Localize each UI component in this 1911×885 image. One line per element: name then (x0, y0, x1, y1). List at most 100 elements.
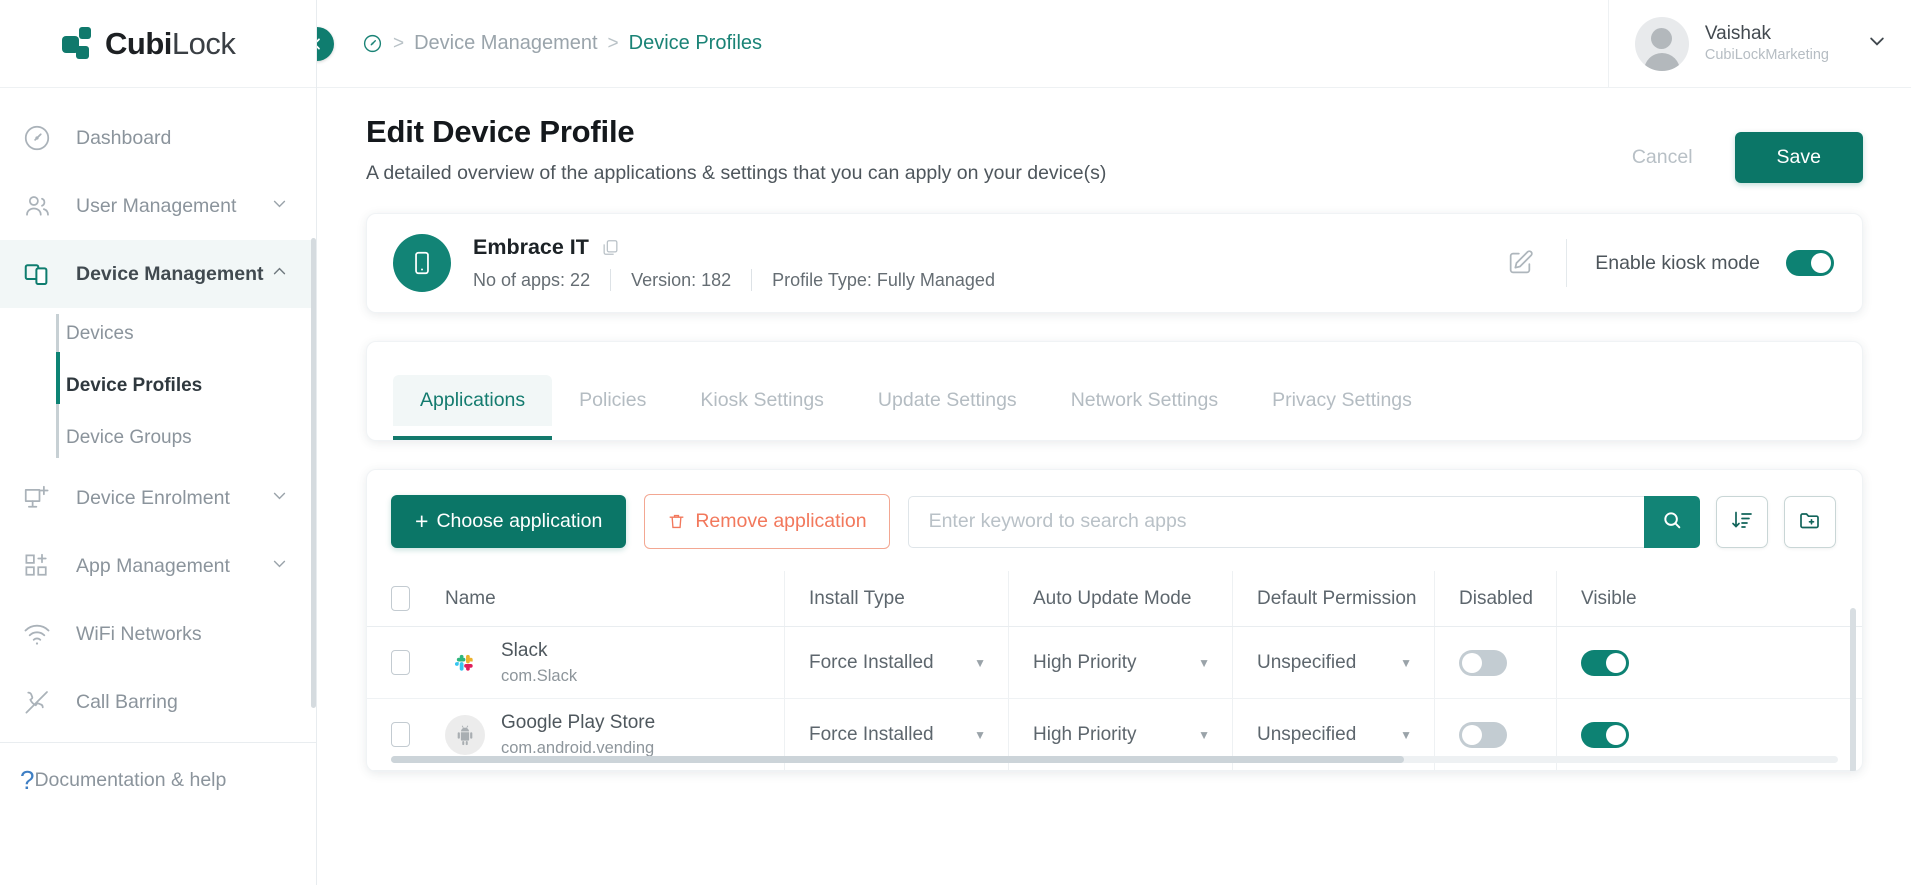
app-package: com.Slack (501, 667, 578, 686)
breadcrumb-current[interactable]: Device Profiles (629, 32, 762, 55)
row-checkbox[interactable] (391, 650, 410, 675)
save-button[interactable]: Save (1734, 132, 1863, 183)
applications-table: Name Install Type Auto Update Mode Defau… (367, 571, 1862, 771)
profile-apps-count: No of apps: 22 (473, 269, 591, 290)
copy-icon[interactable] (601, 238, 620, 257)
tab-policies[interactable]: Policies (552, 375, 673, 426)
new-folder-button[interactable] (1784, 495, 1836, 548)
choose-application-button[interactable]: + Choose application (391, 495, 627, 548)
column-header-visible[interactable]: Visible (1557, 571, 1707, 626)
install-type-value: Force Installed (809, 651, 934, 673)
user-menu[interactable]: Vaishak CubiLockMarketing (1607, 0, 1911, 88)
chevron-down-icon: ▼ (1198, 655, 1210, 670)
sidebar-item-device-groups[interactable]: Device Groups (60, 412, 316, 464)
wifi-icon (20, 617, 54, 651)
page-subtitle: A detailed overview of the applications … (366, 162, 1107, 184)
row-checkbox[interactable] (391, 722, 410, 747)
visible-toggle[interactable] (1581, 721, 1629, 748)
disabled-toggle[interactable] (1459, 721, 1507, 748)
breadcrumb-parent[interactable]: Device Management (414, 32, 597, 55)
sort-button[interactable] (1716, 495, 1768, 548)
row-select-cell (391, 722, 445, 747)
kiosk-mode-label: Enable kiosk mode (1595, 251, 1760, 274)
user-organization: CubiLockMarketing (1704, 46, 1829, 63)
tab-privacy-settings[interactable]: Privacy Settings (1245, 375, 1439, 426)
tab-label: Privacy Settings (1272, 389, 1412, 411)
kiosk-mode-toggle[interactable] (1786, 250, 1834, 276)
sidebar-item-app-management[interactable]: App Management (0, 532, 316, 600)
sidebar-item-device-profiles[interactable]: Device Profiles (60, 360, 316, 412)
cell-auto-update-mode[interactable]: High Priority ▼ (1009, 627, 1233, 698)
cell-disabled (1435, 627, 1557, 698)
table-horizontal-scrollbar-track (391, 756, 1838, 763)
auto-update-value: High Priority (1033, 651, 1137, 673)
breadcrumb: > Device Management > Device Profiles (362, 32, 762, 55)
tab-label: Applications (420, 389, 526, 411)
sort-descending-icon (1730, 508, 1754, 535)
table-row[interactable]: Slack com.Slack Force Installed ▼ High P… (367, 627, 1862, 699)
column-header-auto-update-mode[interactable]: Auto Update Mode (1009, 571, 1233, 626)
disabled-toggle[interactable] (1459, 649, 1507, 676)
remove-application-button[interactable]: Remove application (644, 494, 890, 549)
sidebar-item-wifi-networks[interactable]: WiFi Networks (0, 600, 316, 668)
chevron-down-icon: ▼ (1198, 727, 1210, 742)
cancel-button[interactable]: Cancel (1614, 136, 1711, 179)
page-title: Edit Device Profile (366, 114, 635, 149)
sidebar-item-label: WiFi Networks (76, 622, 202, 645)
sidebar-item-devices[interactable]: Devices (60, 308, 316, 360)
topbar: > Device Management > Device Profiles Va… (300, 0, 1911, 88)
sidebar-item-device-enrolment[interactable]: Device Enrolment (0, 464, 316, 532)
tab-network-settings[interactable]: Network Settings (1044, 375, 1245, 426)
cell-visible (1557, 627, 1707, 698)
chevron-down-icon: ▼ (974, 655, 986, 670)
cubilock-logo-icon (62, 26, 96, 61)
chevron-down-icon[interactable] (1867, 31, 1887, 56)
logo-text: CubiLock (105, 26, 236, 62)
sidebar-subitem-label: Device Profiles (66, 375, 203, 396)
dashboard-icon[interactable] (362, 33, 383, 54)
cell-default-permission[interactable]: Unspecified ▼ (1233, 627, 1435, 698)
profile-summary-card: Embrace IT No of apps: 22 Version: 182 P… (366, 213, 1863, 313)
tab-label: Network Settings (1070, 389, 1219, 411)
visible-toggle[interactable] (1581, 649, 1629, 676)
sidebar-item-call-barring[interactable]: Call Barring (0, 668, 316, 736)
profile-meta: No of apps: 22 Version: 182 Profile Type… (473, 269, 995, 291)
sidebar-item-device-management[interactable]: Device Management (0, 240, 316, 308)
table-header-row: Name Install Type Auto Update Mode Defau… (367, 571, 1862, 627)
sidebar-scrollbar[interactable] (311, 238, 316, 708)
speedometer-icon (20, 121, 54, 155)
default-permission-value: Unspecified (1257, 651, 1357, 673)
sidebar-item-user-management[interactable]: User Management (0, 172, 316, 240)
select-all-checkbox[interactable] (391, 586, 410, 611)
plus-icon: + (415, 508, 429, 534)
breadcrumb-separator: > (393, 32, 405, 54)
table-horizontal-scrollbar[interactable] (391, 756, 1404, 763)
tab-kiosk-settings[interactable]: Kiosk Settings (673, 375, 851, 426)
edit-pencil-icon[interactable] (1506, 249, 1534, 277)
logo[interactable]: CubiLock (0, 0, 316, 88)
sidebar-item-label: Documentation & help (34, 768, 227, 791)
install-type-value: Force Installed (809, 723, 934, 745)
column-header-disabled[interactable]: Disabled (1435, 571, 1557, 626)
sidebar-item-label: App Management (76, 554, 230, 577)
search-group (907, 495, 1700, 548)
page-header: Edit Device Profile A detailed overview … (317, 88, 1911, 185)
column-header-default-permission[interactable]: Default Permission (1233, 571, 1435, 626)
tab-applications[interactable]: Applications (393, 375, 553, 440)
sidebar-item-label: Dashboard (76, 126, 172, 149)
default-permission-value: Unspecified (1257, 723, 1357, 745)
sidebar-item-documentation-help[interactable]: ? Documentation & help (0, 743, 316, 817)
remove-application-label: Remove application (695, 510, 867, 532)
column-header-name[interactable]: Name (445, 571, 785, 626)
search-button[interactable] (1644, 495, 1700, 548)
applications-toolbar: + Choose application Remove application (367, 470, 1862, 571)
sidebar-item-label: Device Management (76, 262, 264, 285)
table-vertical-scrollbar[interactable] (1850, 608, 1856, 771)
profile-divider (1566, 239, 1568, 287)
column-header-install-type[interactable]: Install Type (785, 571, 1009, 626)
sidebar-item-dashboard[interactable]: Dashboard (0, 104, 316, 172)
choose-application-label: Choose application (436, 510, 603, 532)
cell-install-type[interactable]: Force Installed ▼ (785, 627, 1009, 698)
search-input[interactable] (907, 495, 1644, 548)
tab-update-settings[interactable]: Update Settings (851, 375, 1044, 426)
